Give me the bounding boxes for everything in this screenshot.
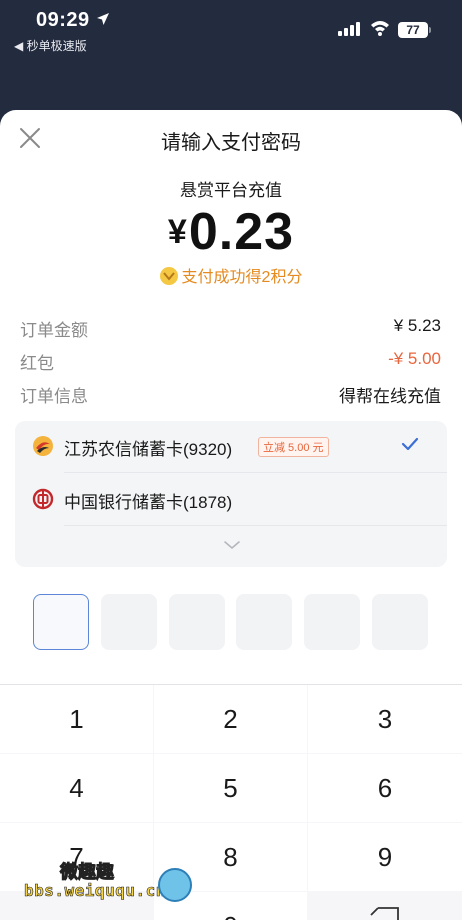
red-packet-value: -¥ 5.00 bbox=[388, 349, 441, 368]
bank-of-china-logo-icon bbox=[32, 488, 54, 510]
card-name: 中国银行储蓄卡(1878) bbox=[64, 493, 233, 512]
selected-check-icon bbox=[401, 437, 419, 451]
card-name: 江苏农信储蓄卡(9320) bbox=[64, 440, 233, 459]
password-digit-2[interactable] bbox=[101, 594, 157, 650]
order-amount-value: ¥ 5.23 bbox=[393, 316, 441, 335]
order-info-label: 订单信息 bbox=[20, 387, 88, 406]
back-to-app-link[interactable]: ◀ 秒单极速版 bbox=[14, 37, 87, 54]
backspace-icon[interactable] bbox=[370, 907, 400, 920]
key-3[interactable]: 3 bbox=[308, 685, 462, 753]
card-divider bbox=[64, 472, 447, 473]
password-digit-1[interactable] bbox=[33, 594, 89, 650]
merchant-name: 悬赏平台充值 bbox=[180, 181, 282, 200]
key-1[interactable]: 1 bbox=[0, 685, 153, 753]
key-9[interactable]: 9 bbox=[308, 823, 462, 891]
battery-tip-icon bbox=[429, 27, 431, 33]
key-2[interactable]: 2 bbox=[154, 685, 307, 753]
watermark-url: bbs.weiququ.cn bbox=[24, 881, 166, 901]
coin-icon bbox=[159, 267, 178, 285]
status-time: 09:29 bbox=[36, 9, 90, 31]
status-bar: 09:29 ◀ 秒单极速版 77 bbox=[0, 0, 462, 110]
payment-method-list: 江苏农信储蓄卡(9320) 立减 5.00 元 中国银行储蓄卡(1878) bbox=[15, 421, 447, 567]
payment-card-option[interactable]: 江苏农信储蓄卡(9320) 立减 5.00 元 bbox=[15, 421, 447, 473]
card-divider bbox=[64, 525, 447, 526]
jiangsu-rural-bank-logo-icon bbox=[33, 436, 53, 456]
wifi-icon bbox=[371, 21, 389, 36]
key-6[interactable]: 6 bbox=[308, 754, 462, 822]
payment-amount: ¥0.23 bbox=[0, 202, 462, 262]
password-digit-4[interactable] bbox=[236, 594, 292, 650]
points-text: 支付成功得2积分 bbox=[181, 269, 303, 286]
currency-symbol: ¥ bbox=[167, 213, 187, 251]
cellular-signal-icon bbox=[338, 22, 360, 36]
payment-sheet: 请输入支付密码 悬赏平台充值 ¥0.23 支付成功得2积分 订单金额 ¥ 5.2… bbox=[0, 110, 462, 920]
key-4[interactable]: 4 bbox=[0, 754, 153, 822]
points-reward: 支付成功得2积分 bbox=[0, 263, 462, 287]
red-packet-label: 红包 bbox=[20, 354, 54, 373]
order-info-value: 得帮在线充值 bbox=[339, 387, 441, 406]
order-amount-label: 订单金额 bbox=[20, 321, 88, 340]
chevron-down-icon[interactable] bbox=[223, 539, 241, 551]
order-amount-row: 订单金额 ¥ 5.23 bbox=[20, 316, 441, 340]
red-packet-row[interactable]: 红包 -¥ 5.00 bbox=[20, 349, 441, 373]
watermark-mascot-icon bbox=[158, 868, 192, 902]
sheet-title: 请输入支付密码 bbox=[161, 132, 301, 154]
discount-badge: 立减 5.00 元 bbox=[258, 437, 329, 457]
location-arrow-icon bbox=[97, 13, 109, 25]
amount-value: 0.23 bbox=[188, 203, 295, 261]
battery-level: 77 bbox=[398, 22, 428, 38]
order-info-row: 订单信息 得帮在线充值 bbox=[20, 382, 441, 406]
password-digit-5[interactable] bbox=[304, 594, 360, 650]
password-digit-3[interactable] bbox=[169, 594, 225, 650]
password-digit-6[interactable] bbox=[372, 594, 428, 650]
watermark: 微趣趣 bbs.weiququ.cn bbox=[24, 854, 196, 910]
payment-card-option[interactable]: 中国银行储蓄卡(1878) bbox=[15, 474, 447, 526]
key-5[interactable]: 5 bbox=[154, 754, 307, 822]
